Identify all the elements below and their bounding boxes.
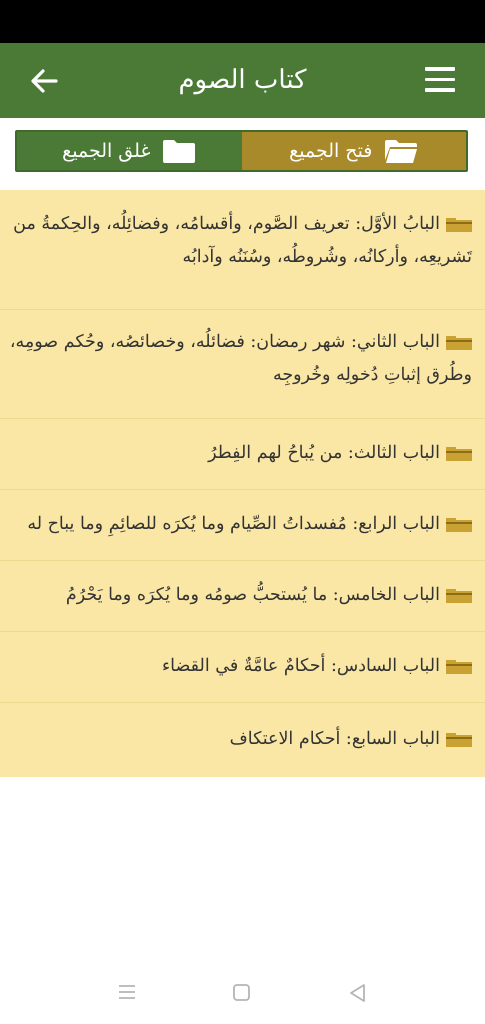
chapter-title: الباب السادس: أحكامٌ عامَّةٌ في القضاء (161, 656, 440, 676)
chapter-item-4[interactable]: الباب الرابع: مُفسداتُ الصِّيام وما يُكر… (0, 490, 485, 561)
open-all-label: فتح الجميع (289, 140, 373, 162)
close-all-label: غلق الجميع (62, 140, 151, 162)
app-bar: كتاب الصوم (0, 43, 485, 118)
chapter-item-1[interactable]: البابُ الأوَّل: تعريف الصَّوم، وأقسامُه،… (0, 190, 485, 310)
chapter-title: الباب السابع: أحكام الاعتكاف (229, 729, 440, 749)
chapter-title: الباب الخامس: ما يُستحبُّ صومُه وما يُكر… (65, 585, 440, 605)
chapter-item-6[interactable]: الباب السادس: أحكامٌ عامَّةٌ في القضاء (0, 632, 485, 703)
chapter-item-3[interactable]: الباب الثالث: من يُباحُ لهم الفِطرُ (0, 419, 485, 490)
chapter-list: البابُ الأوَّل: تعريف الصَّوم، وأقسامُه،… (0, 190, 485, 777)
folder-icon (446, 335, 472, 350)
chapter-title: الباب الثالث: من يُباحُ لهم الفِطرُ (208, 443, 440, 463)
expand-collapse-toggle: غلق الجميع فتح الجميع (15, 130, 468, 172)
folder-icon (446, 446, 472, 461)
folder-icon (446, 588, 472, 603)
chapter-item-2[interactable]: الباب الثاني: شهر رمضان: فضائلُه، وخصائص… (0, 310, 485, 419)
folder-icon (446, 732, 472, 747)
back-nav-icon[interactable] (348, 983, 368, 1003)
chapter-title: البابُ الأوَّل: تعريف الصَّوم، وأقسامُه،… (13, 214, 472, 267)
chapter-title: الباب الثاني: شهر رمضان: فضائلُه، وخصائص… (9, 332, 472, 385)
chapter-item-7[interactable]: الباب السابع: أحكام الاعتكاف (0, 703, 485, 777)
open-all-button[interactable]: فتح الجميع (241, 132, 466, 170)
open-folder-icon (385, 140, 418, 163)
chapter-title: الباب الرابع: مُفسداتُ الصِّيام وما يُكر… (27, 514, 440, 534)
chapter-item-5[interactable]: الباب الخامس: ما يُستحبُّ صومُه وما يُكر… (0, 561, 485, 632)
status-bar (0, 0, 485, 43)
folder-icon (446, 659, 472, 674)
page-title: كتاب الصوم (178, 65, 307, 95)
system-nav-bar (0, 975, 485, 1015)
folder-icon (163, 140, 196, 163)
folder-icon (446, 217, 472, 232)
folder-icon (446, 517, 472, 532)
recent-apps-icon[interactable] (117, 983, 137, 1001)
close-all-button[interactable]: غلق الجميع (17, 132, 242, 170)
home-icon[interactable] (232, 983, 252, 1003)
hamburger-menu-icon[interactable] (425, 67, 457, 95)
